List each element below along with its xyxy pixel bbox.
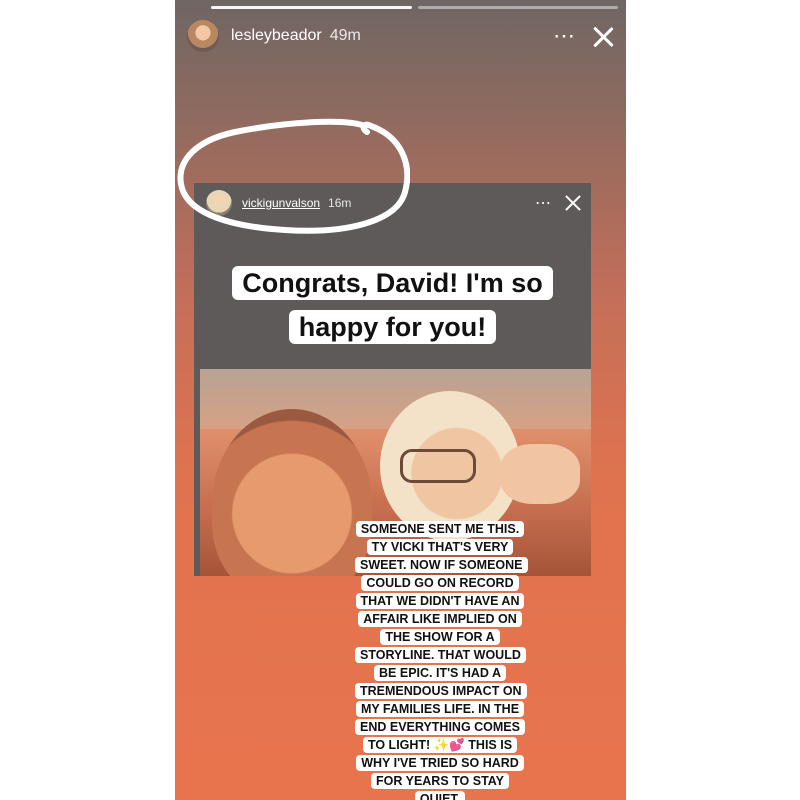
- repost-caption-text: Congrats, David! I'm so happy for you!: [232, 266, 553, 344]
- story-username[interactable]: lesleybeador: [231, 27, 322, 45]
- more-options-icon[interactable]: ⋯: [553, 25, 576, 47]
- hand-drawn-circle-annotation: [177, 118, 410, 234]
- story-overlay-text: SOMEONE SENT ME THIS. TY VICKI THAT'S VE…: [355, 521, 528, 800]
- avatar[interactable]: [187, 20, 219, 52]
- photo-sunglasses: [400, 449, 476, 483]
- repost-close-icon: [565, 195, 581, 211]
- progress-segment: [417, 6, 618, 9]
- photo-hand: [500, 444, 580, 504]
- story-progress-bar: [211, 6, 618, 9]
- story-header: lesleybeador 49m ⋯: [187, 16, 614, 56]
- repost-more-options-icon: ⋯: [535, 195, 551, 212]
- progress-segment: [211, 6, 412, 9]
- story-overlay-text-block: SOMEONE SENT ME THIS. TY VICKI THAT'S VE…: [355, 520, 528, 800]
- close-icon[interactable]: [592, 25, 614, 47]
- reposted-story-card: vickigunvalson 16m ⋯ Congrats, David! I'…: [194, 183, 591, 576]
- repost-caption: Congrats, David! I'm so happy for you!: [194, 261, 591, 349]
- story-time: 49m: [329, 27, 361, 44]
- photo-person-man: [212, 409, 372, 576]
